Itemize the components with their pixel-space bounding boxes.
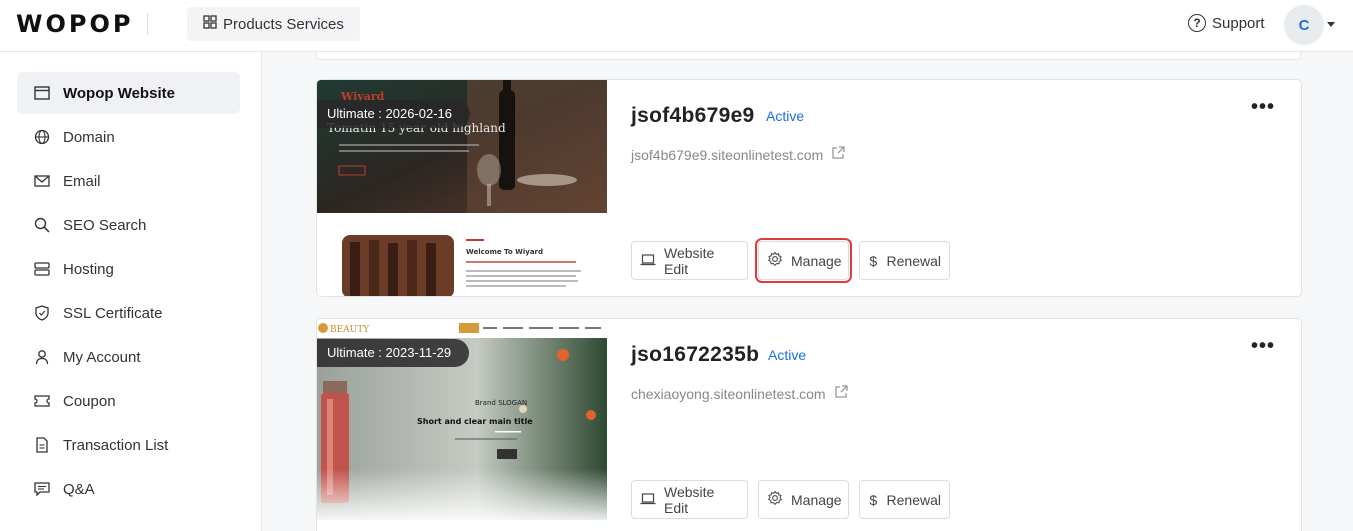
manage-button[interactable]: Manage (758, 480, 849, 519)
sidebar-item-label: Email (63, 172, 101, 190)
shield-icon (33, 304, 51, 322)
site-url-link[interactable]: jsof4b679e9.siteonlinetest.com (631, 146, 845, 163)
dollar-icon: $ (869, 252, 878, 269)
previous-card-edge (316, 52, 1301, 60)
renewal-button[interactable]: $ Renewal (859, 241, 950, 280)
site-url: jsof4b679e9.siteonlinetest.com (631, 146, 824, 163)
external-link-icon[interactable] (831, 146, 845, 163)
sidebar-item-qa[interactable]: Q&A (17, 468, 240, 510)
sidebar-item-label: Q&A (63, 480, 95, 498)
svg-text:Brand SLOGAN: Brand SLOGAN (475, 399, 527, 407)
caret-down-icon[interactable] (1327, 22, 1335, 27)
external-link-icon[interactable] (834, 385, 848, 402)
svg-text:Short and clear main title: Short and clear main title (417, 417, 533, 426)
gear-icon (767, 251, 783, 270)
wopop-logo[interactable]: WOPOP (16, 10, 133, 38)
sidebar-item-domain[interactable]: Domain (17, 116, 240, 158)
sidebar-item-hosting[interactable]: Hosting (17, 248, 240, 290)
sidebar-item-label: Transaction List (63, 436, 169, 454)
ticket-icon (33, 392, 51, 410)
website-edit-label: Website Edit (664, 483, 715, 516)
avatar[interactable]: C (1284, 5, 1324, 45)
sidebar-item-ssl-certificate[interactable]: SSL Certificate (17, 292, 240, 334)
browser-window-icon (33, 84, 51, 102)
header-divider (147, 13, 148, 35)
sidebar-item-coupon[interactable]: Coupon (17, 380, 240, 422)
question-circle-icon: ? (1188, 14, 1206, 32)
laptop-icon (640, 253, 656, 269)
laptop-icon (640, 492, 656, 508)
sidebar-item-label: Coupon (63, 392, 116, 410)
manage-label: Manage (791, 491, 842, 508)
manage-label: Manage (791, 252, 842, 269)
site-url-link[interactable]: chexiaoyong.siteonlinetest.com (631, 385, 848, 402)
document-icon (33, 436, 51, 454)
sidebar-item-seo-search[interactable]: SEO Search (17, 204, 240, 246)
sidebar-item-label: SEO Search (63, 216, 147, 234)
grid-icon (203, 15, 217, 33)
site-url: chexiaoyong.siteonlinetest.com (631, 385, 826, 402)
support-link[interactable]: ? Support (1188, 14, 1265, 32)
envelope-icon (33, 172, 51, 190)
status-badge: Active (768, 347, 807, 363)
dollar-icon: $ (869, 491, 878, 508)
plan-badge: Ultimate : 2023-11-29 (317, 339, 470, 367)
website-edit-label: Website Edit (664, 244, 715, 277)
more-options-icon[interactable]: ••• (1251, 97, 1274, 117)
website-edit-button[interactable]: Website Edit (631, 241, 748, 280)
sidebar: Wopop Website Domain Email SEO Search Ho… (0, 52, 262, 531)
more-options-icon[interactable]: ••• (1251, 336, 1274, 356)
sidebar-item-label: SSL Certificate (63, 304, 163, 322)
sidebar-item-label: Wopop Website (63, 84, 175, 102)
site-name: jsof4b679e9 (631, 104, 755, 127)
sidebar-item-label: Hosting (63, 260, 114, 278)
sidebar-item-label: My Account (63, 348, 141, 366)
svg-text:Welcome To Wiyard: Welcome To Wiyard (466, 248, 543, 256)
status-badge: Active (766, 108, 805, 124)
renewal-label: Renewal (886, 491, 941, 508)
manage-button[interactable]: Manage (755, 238, 852, 283)
products-services-button[interactable]: Products Services (187, 7, 360, 41)
sidebar-item-email[interactable]: Email (17, 160, 240, 202)
site-name: jso1672235b (631, 343, 760, 366)
top-header: WOPOP Products Services ? Support C (0, 0, 1353, 52)
sidebar-item-my-account[interactable]: My Account (17, 336, 240, 378)
globe-icon (33, 128, 51, 146)
search-icon (33, 216, 51, 234)
sidebar-item-wopop-website[interactable]: Wopop Website (17, 72, 240, 114)
products-services-label: Products Services (223, 15, 344, 33)
chat-icon (33, 480, 51, 498)
support-label: Support (1212, 14, 1265, 32)
plan-badge: Ultimate : 2026-02-16 (317, 100, 471, 128)
sidebar-item-label: Domain (63, 128, 115, 146)
renewal-button[interactable]: $ Renewal (859, 480, 950, 519)
site-card: BEAUTY Brand SLOGAN Short and clear main… (316, 318, 1302, 531)
renewal-label: Renewal (886, 252, 941, 269)
user-icon (33, 348, 51, 366)
sidebar-item-transaction-list[interactable]: Transaction List (17, 424, 240, 466)
site-card: Wiyard Tomatin 15 year old highland Welc… (316, 79, 1302, 297)
server-icon (33, 260, 51, 278)
svg-text:BEAUTY: BEAUTY (330, 325, 370, 335)
gear-icon (767, 490, 783, 509)
website-edit-button[interactable]: Website Edit (631, 480, 748, 519)
